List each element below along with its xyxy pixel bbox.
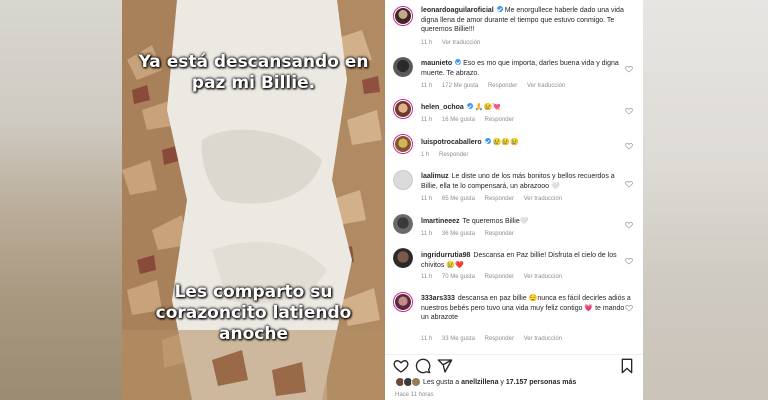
comment-time: 11 h	[421, 336, 433, 342]
comment-username[interactable]: ingridurrutia98	[421, 252, 470, 259]
comment-time: 11 h	[421, 40, 433, 46]
comment-time: 11 h	[421, 274, 433, 280]
translate-link[interactable]: Ver traducción	[524, 274, 562, 280]
comment-text-block: laalimuz Le diste uno de los más bonitos …	[421, 172, 631, 191]
heart-icon[interactable]	[625, 107, 633, 115]
avatar[interactable]	[393, 6, 413, 26]
comment-meta: 11 h 36 Me gusta Responder	[421, 231, 522, 237]
comment-text-block: ingridurrutia98 Descansa en Paz billie! D…	[421, 251, 631, 270]
comment-username[interactable]: leonardoaguilaroficial	[421, 7, 494, 14]
comment-username[interactable]: maunieto	[421, 60, 452, 67]
heart-icon[interactable]	[625, 304, 633, 312]
comment-likes[interactable]: 65 Me gusta	[442, 196, 475, 202]
action-bar	[385, 354, 643, 378]
comment-text-block: helen_ochoa 🙏😢💘	[421, 103, 631, 113]
comment-time: 1 h	[421, 152, 430, 158]
comment-time: 11 h	[421, 196, 433, 202]
verified-badge-icon	[484, 138, 491, 144]
comment-text-block: maunieto Eso es mo que importa, darles bu…	[421, 59, 631, 78]
caption-line: anoche	[219, 324, 288, 344]
comments-list[interactable]: leonardoaguilaroficial Me enorgullece hab…	[385, 0, 643, 350]
comment-meta: 11 h 70 Me gusta Responder Ver traducció…	[421, 274, 570, 280]
likes-user[interactable]: anellzillena	[461, 379, 498, 386]
avatar[interactable]	[393, 170, 413, 190]
caption-line: corazoncito latiendo	[155, 303, 352, 323]
likes-avatars	[395, 377, 421, 387]
comment-text-block: lmartineeez Te queremos Billie🤍	[421, 217, 631, 227]
reply-link[interactable]: Responder	[488, 83, 517, 89]
reply-link[interactable]: Responder	[485, 117, 514, 123]
comment-username[interactable]: helen_ochoa	[421, 104, 464, 111]
comment-meta: 11 h 16 Me gusta Responder	[421, 117, 522, 123]
comment-time: 11 h	[421, 117, 433, 123]
comment-text-block: 333ars333 descansa en paz billie 😌nunca e…	[421, 294, 631, 323]
share-icon[interactable]	[437, 358, 453, 374]
photo-caption-bottom: Les comparto su corazoncito latiendo ano…	[122, 282, 385, 345]
comment-meta: 11 h 65 Me gusta Responder Ver traducció…	[421, 196, 570, 202]
heart-icon[interactable]	[393, 358, 409, 374]
comment-time: 11 h	[421, 231, 433, 237]
avatar[interactable]	[393, 292, 413, 312]
avatar[interactable]	[393, 214, 413, 234]
likes-count[interactable]: 17.157 personas más	[506, 379, 576, 386]
comment-text: 😢😢😢	[492, 139, 519, 146]
heart-icon[interactable]	[625, 257, 633, 265]
heart-icon[interactable]	[625, 142, 633, 150]
heart-icon[interactable]	[625, 180, 633, 188]
heart-icon[interactable]	[625, 65, 633, 73]
comment-username[interactable]: laalimuz	[421, 173, 449, 180]
heart-icon[interactable]	[625, 221, 633, 229]
comment-meta: 11 h Ver traducción	[421, 40, 488, 46]
comment-username[interactable]: 333ars333	[421, 295, 455, 302]
reply-link[interactable]: Responder	[439, 152, 468, 158]
comment-likes[interactable]: 36 Me gusta	[442, 231, 475, 237]
reply-link[interactable]: Responder	[485, 274, 514, 280]
avatar[interactable]	[393, 57, 413, 77]
comment-username[interactable]: lmartineeez	[421, 218, 460, 225]
comment-text-block: luispotrocaballero 😢😢😢	[421, 138, 631, 148]
left-blurred-background	[0, 0, 122, 400]
likes-summary[interactable]: Les gusta a anellzillena y 17.157 person…	[395, 377, 576, 389]
translate-link[interactable]: Ver traducción	[527, 83, 565, 89]
avatar[interactable]	[393, 99, 413, 119]
verified-badge-icon	[466, 103, 473, 109]
right-blurred-background	[643, 0, 768, 400]
reply-link[interactable]: Responder	[485, 196, 514, 202]
likes-prefix: Les gusta a	[422, 378, 460, 386]
avatar	[411, 377, 421, 387]
caption-line: paz mi Billie.	[191, 73, 316, 93]
comment-text: 🙏😢💘	[474, 104, 501, 111]
comment-username[interactable]: luispotrocaballero	[421, 139, 482, 146]
comment-time: 11 h	[421, 83, 433, 89]
post-time: Hace 11 horas	[395, 392, 434, 398]
reply-link[interactable]: Responder	[485, 231, 514, 237]
translate-link[interactable]: Ver traducción	[442, 40, 480, 46]
comment-meta: 1 h Responder	[421, 152, 476, 158]
post-photo: Ya está descansando en paz mi Billie. Le…	[122, 0, 385, 400]
save-icon[interactable]	[619, 358, 635, 374]
avatar[interactable]	[393, 134, 413, 154]
comment-text: Te queremos Billie🤍	[462, 218, 529, 225]
comment-text: Le diste uno de los más bonitos y bellos…	[421, 173, 615, 190]
comment-text-block: leonardoaguilaroficial Me enorgullece hab…	[421, 6, 631, 35]
avatar[interactable]	[393, 248, 413, 268]
caption-line: Ya está descansando en	[138, 52, 369, 72]
translate-link[interactable]: Ver traducción	[524, 196, 562, 202]
translate-link[interactable]: Ver traducción	[524, 336, 562, 342]
comment-likes[interactable]: 16 Me gusta	[442, 117, 475, 123]
verified-badge-icon	[455, 59, 462, 65]
comment-likes[interactable]: 172 Me gusta	[442, 83, 478, 89]
caption-line: Les comparto su	[174, 282, 333, 302]
comment-meta: 11 h 172 Me gusta Responder Ver traducci…	[421, 83, 573, 89]
reply-link[interactable]: Responder	[485, 336, 514, 342]
verified-badge-icon	[496, 6, 503, 12]
comments-panel: leonardoaguilaroficial Me enorgullece hab…	[385, 0, 643, 400]
likes-conjunction: y	[500, 378, 504, 386]
comment-icon[interactable]	[415, 358, 431, 374]
comment-likes[interactable]: 70 Me gusta	[442, 274, 475, 280]
comment-meta: 11 h 33 Me gusta Responder Ver traducció…	[421, 336, 570, 342]
photo-caption-top: Ya está descansando en paz mi Billie.	[122, 52, 385, 94]
comment-likes[interactable]: 33 Me gusta	[442, 336, 475, 342]
